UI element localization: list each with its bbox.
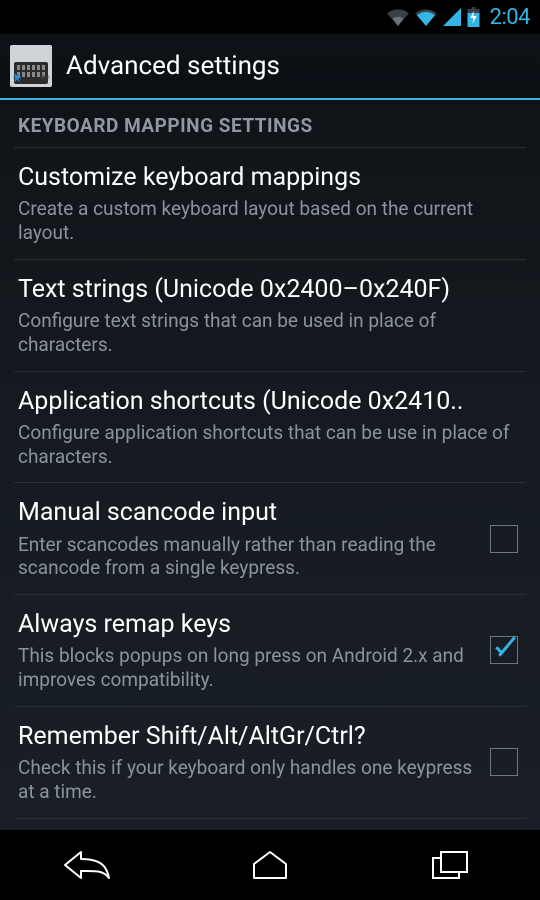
settings-list[interactable]: KEYBOARD MAPPING SETTINGS Customize keyb… (0, 100, 540, 830)
item-title: Remember Shift/Alt/AltGr/Ctrl? (18, 721, 476, 752)
item-override-special[interactable]: Override special keys (0, 819, 540, 831)
item-manual-scancode[interactable]: Manual scancode input Enter scancodes ma… (0, 483, 540, 594)
usb-icon: ⇐ (40, 70, 50, 84)
item-remember-modifiers[interactable]: Remember Shift/Alt/AltGr/Ctrl? Check thi… (0, 707, 540, 818)
section-header: KEYBOARD MAPPING SETTINGS (0, 100, 540, 147)
action-bar: ⚹ ⇐ Advanced settings (0, 34, 540, 100)
wifi-icon (415, 8, 437, 26)
cell-signal-icon (443, 8, 461, 26)
app-icon[interactable]: ⚹ ⇐ (10, 45, 52, 87)
battery-charging-icon (467, 7, 480, 27)
item-subtitle: Check this if your keyboard only handles… (18, 756, 476, 804)
item-app-shortcuts[interactable]: Application shortcuts (Unicode 0x2410.. … (0, 372, 540, 483)
home-icon (250, 850, 290, 880)
wifi-dim-icon (387, 8, 409, 26)
back-button[interactable] (30, 840, 150, 890)
item-title: Application shortcuts (Unicode 0x2410.. (18, 386, 522, 417)
status-bar: 2:04 (0, 0, 540, 34)
item-subtitle: Configure application shortcuts that can… (18, 421, 522, 469)
checkbox[interactable] (490, 525, 518, 553)
bluetooth-icon: ⚹ (13, 70, 21, 85)
item-subtitle: Create a custom keyboard layout based on… (18, 197, 522, 245)
item-subtitle: Configure text strings that can be used … (18, 309, 522, 357)
page-title: Advanced settings (66, 51, 280, 81)
checkbox[interactable] (490, 636, 518, 664)
recents-button[interactable] (390, 840, 510, 890)
item-title: Always remap keys (18, 609, 476, 640)
recents-icon (431, 850, 469, 880)
item-subtitle: Enter scancodes manually rather than rea… (18, 533, 476, 581)
item-text-strings[interactable]: Text strings (Unicode 0x2400–0x240F) Con… (0, 260, 540, 371)
item-title: Customize keyboard mappings (18, 162, 522, 193)
item-customize-mappings[interactable]: Customize keyboard mappings Create a cus… (0, 148, 540, 259)
item-title: Text strings (Unicode 0x2400–0x240F) (18, 274, 522, 305)
item-always-remap[interactable]: Always remap keys This blocks popups on … (0, 595, 540, 706)
item-title: Manual scancode input (18, 497, 476, 528)
home-button[interactable] (210, 840, 330, 890)
back-icon (63, 850, 117, 880)
checkbox[interactable] (490, 748, 518, 776)
item-subtitle: This blocks popups on long press on Andr… (18, 644, 476, 692)
clock-text: 2:04 (490, 5, 530, 30)
navigation-bar (0, 830, 540, 900)
